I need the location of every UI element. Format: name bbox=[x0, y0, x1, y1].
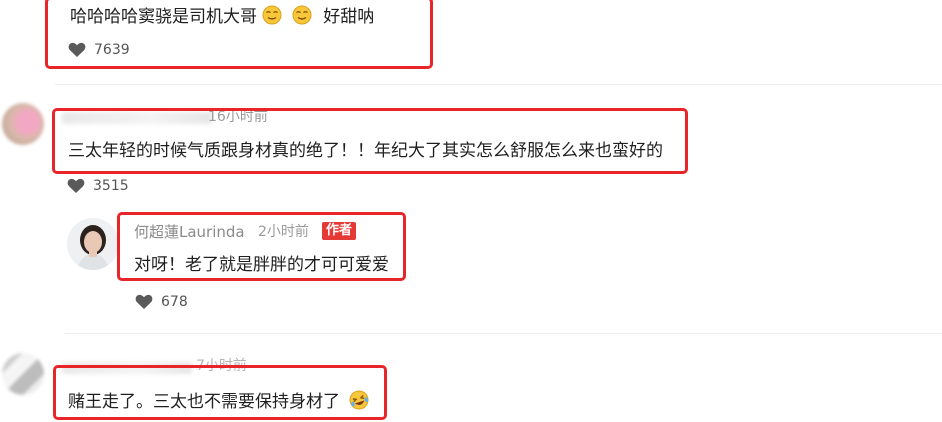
comment-2-like-count: 3515 bbox=[93, 178, 129, 194]
heart-icon bbox=[68, 42, 86, 57]
comment-1-text-tail: 好甜呐 bbox=[323, 7, 375, 27]
divider bbox=[55, 84, 942, 85]
laughing-tears-face-icon bbox=[349, 390, 369, 410]
reply-author-name[interactable]: 何超蓮Laurinda bbox=[134, 223, 245, 241]
divider bbox=[65, 333, 942, 334]
portrait-icon bbox=[67, 218, 119, 270]
avatar[interactable] bbox=[2, 103, 44, 145]
heart-icon bbox=[135, 294, 153, 309]
comment-2-like-button[interactable]: 3515 bbox=[67, 178, 129, 194]
smirk-face-icon bbox=[292, 5, 312, 25]
comment-1-like-button[interactable]: 7639 bbox=[68, 42, 130, 58]
comment-3-text-main: 赌王走了。三太也不需要保持身材了 bbox=[68, 392, 340, 412]
reply-time: 2小时前 bbox=[258, 224, 309, 240]
smirk-face-icon bbox=[262, 5, 282, 25]
reply-text: 对呀！老了就是胖胖的才可可爱爱 bbox=[134, 255, 389, 275]
comment-1-like-count: 7639 bbox=[94, 42, 130, 58]
author-avatar[interactable] bbox=[67, 218, 119, 270]
reply-like-count: 678 bbox=[161, 294, 188, 310]
author-badge: 作者 bbox=[322, 222, 357, 240]
reply-like-button[interactable]: 678 bbox=[135, 294, 188, 310]
comment-1-text-main: 哈哈哈哈窦骁是司机大哥 bbox=[70, 7, 257, 27]
avatar[interactable] bbox=[2, 353, 44, 395]
comment-2-text: 三太年轻的时候气质跟身材真的绝了！！年纪大了其实怎么舒服怎么来也蛮好的 bbox=[68, 141, 663, 161]
comment-3-text: 赌王走了。三太也不需要保持身材了 bbox=[68, 390, 369, 413]
comment-1-text: 哈哈哈哈窦骁是司机大哥 好甜呐 bbox=[70, 5, 374, 28]
heart-icon bbox=[67, 178, 85, 193]
